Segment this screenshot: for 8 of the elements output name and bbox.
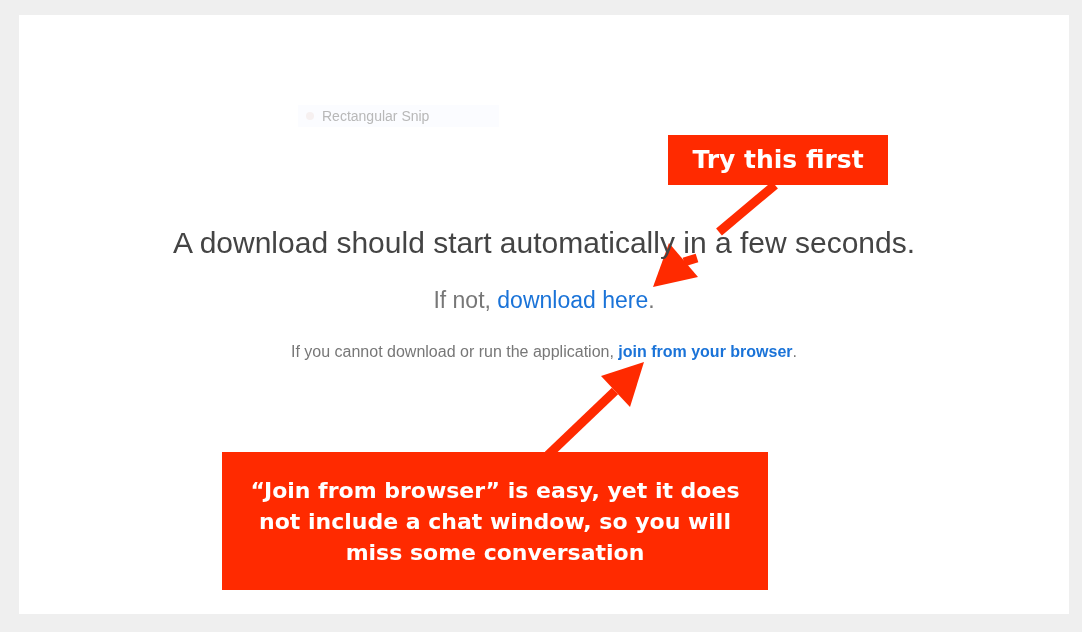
headline: A download should start automatically in a few seconds. [172,225,916,261]
callout-label: Try this first [668,135,888,185]
fallback-sentence: If not, download here. [433,286,655,315]
download-link[interactable]: download here [497,287,649,313]
browser-link[interactable]: join from your browser [618,342,793,360]
callout-label: “Join from browser” is easy, yet it does not include a chat window, so you will miss some conversation [222,452,768,590]
snip-label: Rectangular Snip [322,106,430,126]
browser-note: If you cannot download or run the application, join from your browser. [291,341,797,362]
